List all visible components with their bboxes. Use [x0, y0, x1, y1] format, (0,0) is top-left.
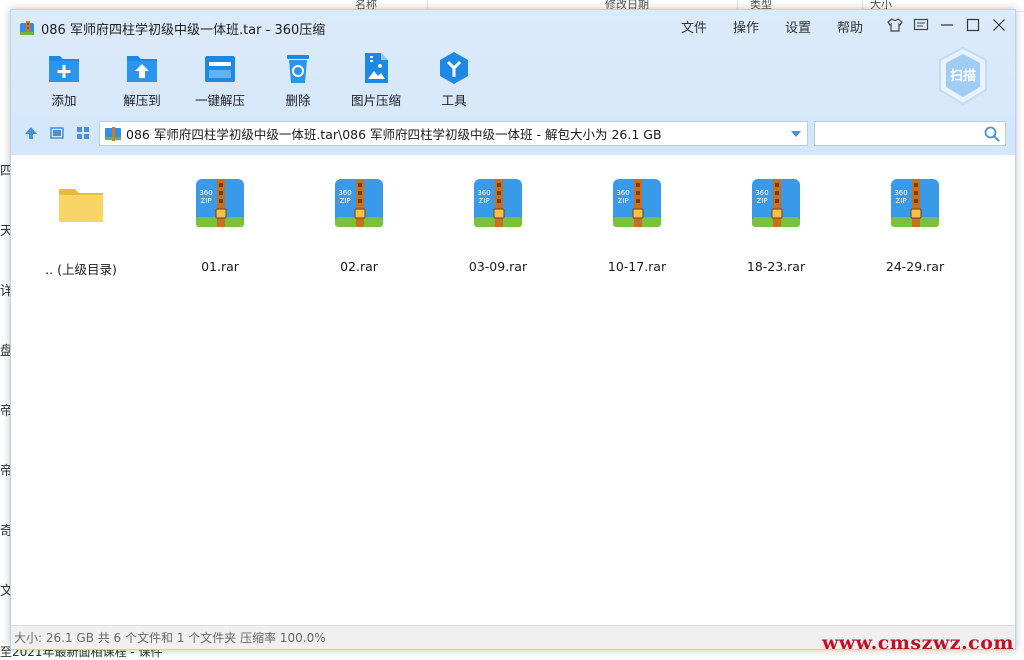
chevron-down-icon[interactable]: [791, 129, 801, 139]
rar-archive-icon: 360 ZIP: [613, 179, 661, 227]
file-list: .. (上级目录) 360 ZIP 01.rar 360 ZIP 02.rar …: [11, 155, 1015, 625]
list-item[interactable]: 360 ZIP 18-23.rar: [726, 177, 826, 274]
address-bar: 086 军师府四柱学初级中级一体班.tar\086 军师府四柱学初级中级一体班 …: [11, 118, 1015, 148]
titlebar-toolbar-area: 086 军师府四柱学初级中级一体班.tar - 360压缩 文件 操作 设置 帮…: [11, 10, 1015, 155]
add-icon: [49, 56, 79, 82]
delete-button[interactable]: 删除: [265, 50, 331, 109]
file-name: 01.rar: [201, 259, 239, 274]
svg-text:360: 360: [894, 189, 907, 197]
window-controls: [885, 15, 1009, 35]
file-name: 24-29.rar: [885, 259, 945, 274]
delete-icon: [287, 55, 309, 83]
menu-operate[interactable]: 操作: [720, 17, 772, 36]
file-name: 03-09.rar: [468, 259, 528, 274]
svg-text:ZIP: ZIP: [478, 197, 489, 205]
svg-text:ZIP: ZIP: [339, 197, 350, 205]
archive-window: 086 军师府四柱学初级中级一体班.tar - 360压缩 文件 操作 设置 帮…: [10, 9, 1016, 650]
extract-to-button[interactable]: 解压到: [109, 50, 175, 109]
tools-button[interactable]: 工具: [421, 50, 487, 109]
file-name: .. (上级目录): [45, 262, 117, 277]
tools-icon: [440, 52, 468, 84]
path-input[interactable]: 086 军师府四柱学初级中级一体班.tar\086 军师府四柱学初级中级一体班 …: [99, 121, 808, 146]
menu-bar: 文件 操作 设置 帮助: [668, 17, 876, 36]
search-box: [814, 121, 1006, 146]
add-button[interactable]: 添加: [31, 50, 97, 109]
archive-small-icon: [105, 126, 121, 141]
rar-archive-icon: 360 ZIP: [196, 179, 244, 227]
one-click-extract-button[interactable]: 一键解压: [187, 50, 253, 109]
tools-label: 工具: [441, 93, 467, 108]
list-item[interactable]: 360 ZIP 03-09.rar: [448, 177, 548, 274]
svg-text:ZIP: ZIP: [617, 197, 628, 205]
file-name: 02.rar: [340, 259, 378, 274]
image-compress-button[interactable]: 图片压缩: [343, 50, 409, 109]
minimize-icon[interactable]: [937, 15, 957, 35]
archive-app-icon: [20, 21, 34, 35]
rar-archive-icon: 360 ZIP: [891, 179, 939, 227]
rar-archive-icon: 360 ZIP: [474, 179, 522, 227]
scan-button[interactable]: 扫描: [937, 46, 989, 106]
svg-text:360: 360: [199, 189, 212, 197]
extract-to-icon: [127, 56, 157, 82]
delete-label: 删除: [285, 93, 311, 108]
menu-settings[interactable]: 设置: [772, 17, 824, 36]
image-compress-icon: [365, 53, 388, 83]
search-input[interactable]: [815, 122, 975, 145]
shirt-icon[interactable]: [885, 15, 905, 35]
svg-text:360: 360: [338, 189, 351, 197]
scan-shield-icon: 扫描: [939, 46, 987, 106]
toolbar: 添加 解压到 一键解压 删除 图片压缩 工具: [31, 50, 499, 109]
file-name: 10-17.rar: [607, 259, 667, 274]
path-text: 086 军师府四柱学初级中级一体班.tar\086 军师府四柱学初级中级一体班 …: [126, 127, 662, 142]
one-click-extract-label: 一键解压: [194, 93, 245, 108]
image-compress-label: 图片压缩: [350, 93, 401, 108]
menu-file[interactable]: 文件: [668, 17, 720, 36]
maximize-icon[interactable]: [963, 15, 983, 35]
list-item[interactable]: 360 ZIP 10-17.rar: [587, 177, 687, 274]
add-label: 添加: [51, 93, 77, 108]
detail-view-icon[interactable]: [49, 125, 65, 141]
rar-archive-icon: 360 ZIP: [752, 179, 800, 227]
watermark: www.cmszwz.com: [821, 632, 1014, 654]
window-title-text: 086 军师府四柱学初级中级一体班.tar - 360压缩: [41, 22, 326, 38]
list-item[interactable]: 360 ZIP 01.rar: [170, 177, 270, 274]
svg-text:360: 360: [477, 189, 490, 197]
svg-text:ZIP: ZIP: [756, 197, 767, 205]
search-icon[interactable]: [984, 126, 1000, 142]
up-arrow-icon[interactable]: [23, 125, 39, 141]
grid-view-icon[interactable]: [75, 125, 91, 141]
status-text: 大小: 26.1 GB 共 6 个文件和 1 个文件夹 压缩率 100.0%: [14, 631, 326, 645]
close-icon[interactable]: [989, 15, 1009, 35]
svg-text:ZIP: ZIP: [895, 197, 906, 205]
svg-text:360: 360: [755, 189, 768, 197]
rar-archive-icon: 360 ZIP: [335, 179, 383, 227]
scan-label: 扫描: [950, 68, 976, 84]
folder-icon: [59, 189, 103, 222]
message-icon[interactable]: [911, 15, 931, 35]
one-click-extract-icon: [205, 56, 235, 82]
svg-text:360: 360: [616, 189, 629, 197]
list-item-parent-dir[interactable]: .. (上级目录): [31, 177, 131, 278]
extract-to-label: 解压到: [123, 93, 161, 108]
window-title: 086 军师府四柱学初级中级一体班.tar - 360压缩: [19, 18, 325, 38]
list-item[interactable]: 360 ZIP 24-29.rar: [865, 177, 965, 274]
svg-text:ZIP: ZIP: [200, 197, 211, 205]
file-name: 18-23.rar: [746, 259, 806, 274]
list-item[interactable]: 360 ZIP 02.rar: [309, 177, 409, 274]
menu-help[interactable]: 帮助: [824, 17, 876, 36]
